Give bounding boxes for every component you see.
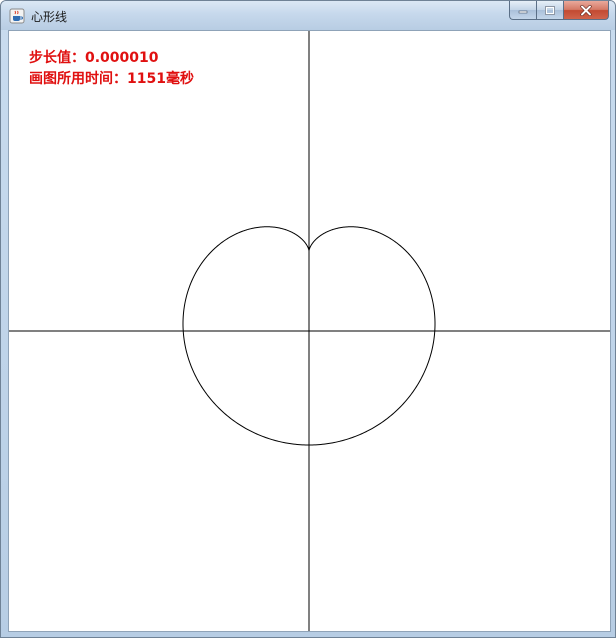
step-value-label: 步长值：0.000010 bbox=[29, 50, 159, 66]
draw-time-label: 画图所用时间：1151毫秒 bbox=[29, 71, 194, 87]
window-title: 心形线 bbox=[31, 10, 68, 24]
minimize-icon bbox=[518, 10, 528, 14]
app-window: 心形线 步长值：0.000010 画图所用时间：1151毫秒 bbox=[0, 0, 616, 638]
java-coffee-cup-icon bbox=[9, 8, 25, 24]
title-bar[interactable]: 心形线 bbox=[1, 1, 615, 30]
maximize-button[interactable] bbox=[536, 1, 563, 20]
close-icon bbox=[580, 4, 592, 16]
drawing-canvas: 步长值：0.000010 画图所用时间：1151毫秒 bbox=[8, 30, 611, 632]
cardioid-plot bbox=[9, 31, 610, 631]
caption-buttons bbox=[509, 1, 609, 21]
close-button[interactable] bbox=[563, 1, 609, 20]
minimize-button[interactable] bbox=[509, 1, 536, 20]
maximize-icon bbox=[545, 5, 555, 15]
